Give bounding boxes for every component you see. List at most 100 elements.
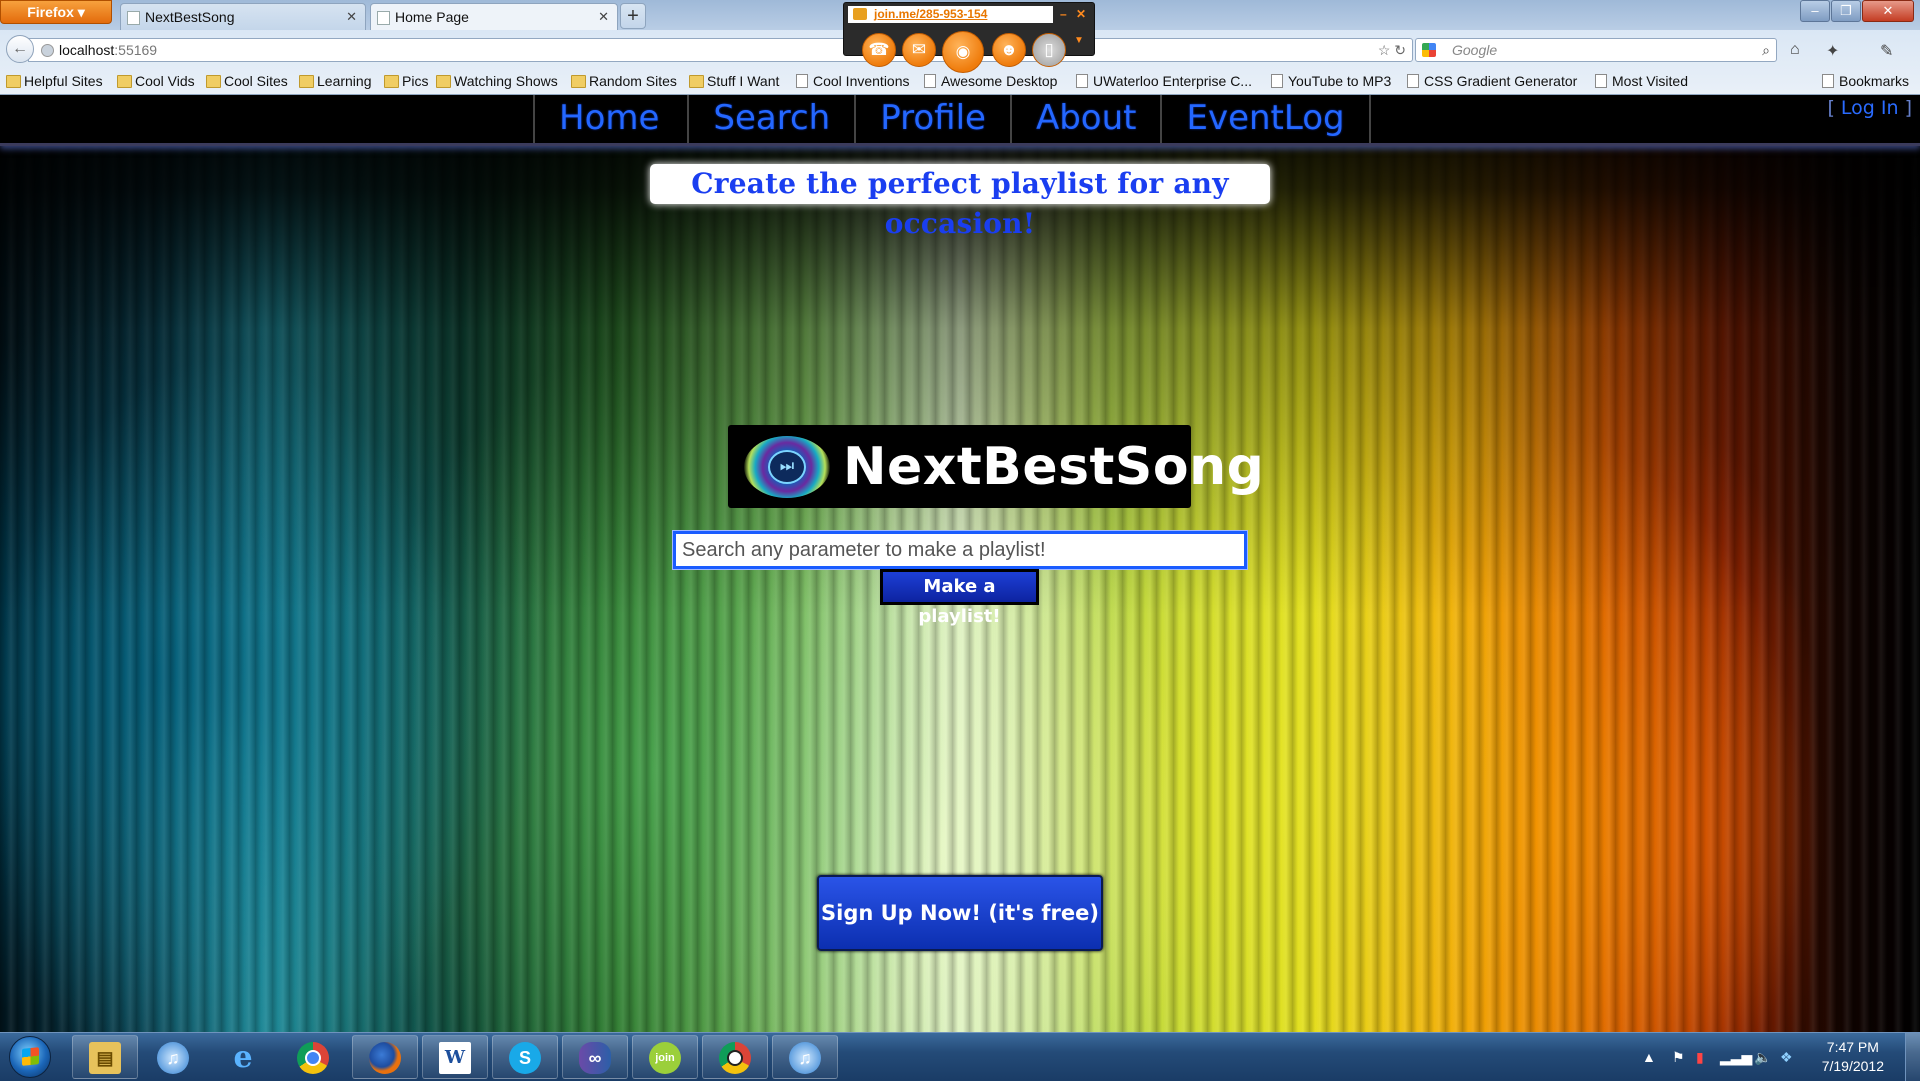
site-identity-icon[interactable] [41, 44, 54, 57]
dropbox-icon[interactable]: ❖ [1780, 1049, 1793, 1066]
bookmark-item[interactable]: Most Visited [1594, 71, 1688, 91]
bookmark-folder[interactable]: Helpful Sites [6, 71, 103, 91]
bookmark-folder[interactable]: Watching Shows [436, 71, 558, 91]
search-field[interactable]: Google ⌕ [1415, 38, 1777, 62]
start-button[interactable] [9, 1036, 51, 1078]
page-icon [1271, 74, 1283, 88]
tagline-banner: Create the perfect playlist for any occa… [650, 164, 1270, 240]
close-icon[interactable]: ✕ [1076, 7, 1086, 21]
playlist-search-input[interactable] [672, 530, 1248, 570]
maximize-icon[interactable]: ❐ [1831, 0, 1861, 22]
login-bracket-close: ] [1904, 97, 1912, 119]
bookmark-item[interactable]: CSS Gradient Generator [1406, 71, 1577, 91]
taskbar-firefox[interactable] [352, 1035, 418, 1079]
folder-icon [299, 75, 314, 88]
itunes-icon: ♫ [789, 1042, 821, 1074]
bookmark-label: Stuff I Want [707, 73, 780, 89]
close-window-icon[interactable]: ✕ [1862, 0, 1914, 22]
chrome-icon [297, 1042, 329, 1074]
taskbar-explorer[interactable]: ▤ [72, 1035, 138, 1079]
phone-icon[interactable]: ☎ [862, 33, 896, 67]
bookmark-item[interactable]: YouTube to MP3 [1270, 71, 1391, 91]
google-icon[interactable] [1422, 43, 1436, 57]
network-icon[interactable]: ▂▃▅ [1720, 1049, 1752, 1066]
page-icon [1076, 74, 1088, 88]
home-icon[interactable]: ⌂ [1790, 41, 1800, 59]
nav-item-about[interactable]: About [1009, 95, 1161, 143]
close-icon[interactable]: ✕ [598, 4, 609, 30]
chevron-down-icon[interactable]: ▼ [1074, 35, 1084, 46]
joinme-logo-icon [853, 8, 867, 20]
show-hidden-icons[interactable]: ▲ [1642, 1049, 1656, 1065]
bookmark-item[interactable]: UWaterloo Enterprise C... [1075, 71, 1252, 91]
page-icon [377, 11, 390, 25]
addon-icon[interactable]: ✦ [1826, 41, 1839, 61]
nav-item-search[interactable]: Search [687, 95, 854, 143]
taskbar-chrome-2[interactable] [702, 1035, 768, 1079]
back-button[interactable]: ← [6, 35, 34, 63]
bookmark-label: Learning [317, 73, 372, 89]
minimize-icon[interactable]: – [1800, 0, 1830, 22]
web-page: Home Search Profile About EventLog [ Log… [0, 95, 1920, 1032]
tab-home-page[interactable]: Home Page ✕ [370, 3, 618, 30]
nav-item-home[interactable]: Home [533, 95, 687, 143]
nav-item-eventlog[interactable]: EventLog [1160, 95, 1371, 143]
folder-icon [571, 75, 586, 88]
battery-icon[interactable]: ▮ [1696, 1049, 1704, 1066]
joinme-url-link[interactable]: join.me/285-953-154 [848, 6, 1053, 23]
windows-taskbar: ▤ ♫ e W S ∞ join ♫ ▲ ⚑ ▮ ▂▃▅ 🔈 ❖ 7:47 PM… [0, 1032, 1920, 1081]
make-playlist-button[interactable]: Make a playlist! [880, 569, 1039, 627]
taskbar-skype[interactable]: S [492, 1035, 558, 1079]
mouse-icon[interactable]: ▯ [1032, 33, 1066, 67]
address-bar[interactable]: localhost:55169 ☆ ↻ [28, 38, 1413, 62]
close-icon[interactable]: ✕ [346, 4, 357, 30]
tab-title: Home Page [395, 9, 469, 25]
taskbar-itunes-2[interactable]: ♫ [772, 1035, 838, 1079]
clock-time: 7:47 PM [1826, 1039, 1879, 1055]
show-desktop-button[interactable] [1905, 1033, 1920, 1081]
taskbar-word[interactable]: W [422, 1035, 488, 1079]
star-icon[interactable]: ☆ [1378, 42, 1391, 58]
bookmarks-menu[interactable]: Bookmarks [1821, 71, 1909, 91]
clock[interactable]: 7:47 PM 7/19/2012 [1822, 1038, 1884, 1076]
firefox-menu-button[interactable]: Firefox ▾ [0, 0, 112, 24]
page-icon [1407, 74, 1419, 88]
joinme-icon: join [649, 1042, 681, 1074]
taskbar-joinme[interactable]: join [632, 1035, 698, 1079]
nav-item-profile[interactable]: Profile [854, 95, 1010, 143]
bookmark-folder[interactable]: Pics [384, 71, 428, 91]
tab-nextbestsong[interactable]: NextBestSong ✕ [120, 3, 366, 30]
taskbar-itunes[interactable]: ♫ [140, 1035, 206, 1079]
signup-button[interactable]: Sign Up Now! (it's free) [817, 875, 1103, 951]
taskbar-app[interactable]: ∞ [562, 1035, 628, 1079]
word-icon: W [439, 1042, 471, 1074]
brand-name: NextBestSong [843, 437, 1265, 497]
taskbar-ie[interactable]: e [210, 1035, 276, 1079]
minimize-icon[interactable]: – [1060, 7, 1067, 21]
windows-logo-icon [22, 1047, 39, 1066]
new-tab-button[interactable]: + [620, 3, 646, 29]
login-link[interactable]: Log In [1841, 97, 1899, 119]
app-icon: ∞ [579, 1042, 611, 1074]
bookmark-folder[interactable]: Cool Sites [206, 71, 288, 91]
bookmark-item[interactable]: Cool Inventions [795, 71, 910, 91]
user-icon[interactable]: ☻ [992, 33, 1026, 67]
bookmark-folder[interactable]: Random Sites [571, 71, 677, 91]
volume-icon[interactable]: 🔈 [1754, 1049, 1771, 1066]
bookmark-folder[interactable]: Learning [299, 71, 372, 91]
chat-icon[interactable]: ✉ [902, 33, 936, 67]
action-center-icon[interactable]: ⚑ [1672, 1049, 1685, 1066]
window-controls: – ❐ ✕ [1799, 0, 1914, 22]
search-icon[interactable]: ⌕ [1762, 39, 1770, 61]
page-icon [1595, 74, 1607, 88]
taskbar-chrome[interactable] [280, 1035, 346, 1079]
tools-icon[interactable]: ✎ [1880, 41, 1893, 61]
search-placeholder: Google [1452, 42, 1498, 58]
folder-icon [117, 75, 132, 88]
bookmark-folder[interactable]: Cool Vids [117, 71, 195, 91]
broadcast-icon[interactable]: ◉ [942, 31, 984, 73]
reload-icon[interactable]: ↻ [1394, 42, 1406, 58]
bookmark-item[interactable]: Awesome Desktop [923, 71, 1057, 91]
brand-logo: ⏭ NextBestSong [728, 425, 1264, 508]
bookmark-folder[interactable]: Stuff I Want [689, 71, 779, 91]
